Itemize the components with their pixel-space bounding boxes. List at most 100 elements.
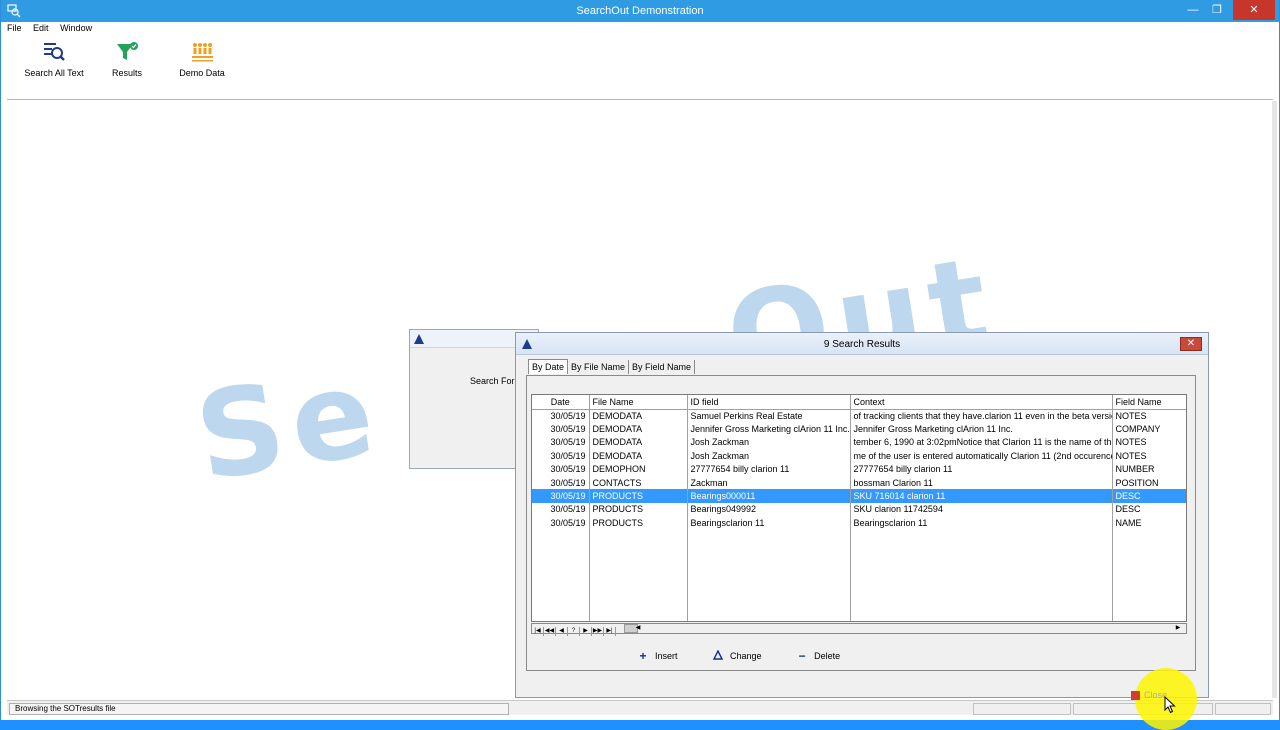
column-header-id-field[interactable]: ID field (687, 395, 851, 410)
cell-id-field: Bearings049992 (687, 502, 851, 517)
minimize-button[interactable]: — (1181, 0, 1205, 20)
cell-context: 27777654 billy clarion 11 (850, 462, 1113, 476)
insert-label: Insert (655, 651, 678, 661)
demo-data-label: Demo Data (179, 68, 225, 78)
table-row[interactable]: 30/05/19 PRODUCTS Bearingsclarion 11 Bearin… (532, 516, 1186, 530)
tab-by-field-name[interactable]: By Field Name (629, 360, 696, 374)
cell-context: tember 6, 1990 at 3:02pmNotice that Clar… (850, 435, 1113, 450)
table-row[interactable]: 30/05/19 DEMODATA Josh Zackman tember 6, 19… (532, 435, 1186, 450)
empty-cell (687, 529, 851, 621)
cell-context: SKU 716014 clarion 11 (850, 489, 1113, 503)
cell-context: bossman Clarion 11 (850, 475, 1113, 490)
close-door-icon (1131, 691, 1140, 701)
cell-file-name: CONTACTS (589, 475, 688, 490)
grid-header: Date File Name ID field Context Field Na… (532, 395, 1186, 410)
table-row[interactable]: 30/05/19 PRODUCTS Bearings000011 SKU 716014… (532, 489, 1186, 503)
cell-context: Jennifer Gross Marketing clArion 11 Inc. (850, 422, 1113, 436)
cell-id-field: Jennifer Gross Marketing clArion 11 Inc. (687, 422, 851, 436)
empty-cell (589, 529, 688, 621)
menu-edit[interactable]: Edit (33, 23, 49, 33)
menu-file[interactable]: File (7, 23, 22, 33)
change-button[interactable]: Change (712, 649, 762, 662)
empty-cell (850, 529, 1113, 621)
cell-field-name: NOTES (1112, 409, 1186, 423)
nav-next-button[interactable]: ▶ (580, 627, 592, 636)
results-tabs: By Date By File Name By Field Name (528, 359, 696, 375)
cell-id-field: Bearingsclarion 11 (687, 516, 851, 530)
dialog-title: 9 Search Results (823, 339, 901, 350)
cell-context: me of the user is entered automatically … (850, 449, 1113, 463)
tab-panel: Date File Name ID field Context Field Na… (526, 375, 1196, 671)
search-for-label: Search For: (470, 376, 518, 386)
tab-by-date[interactable]: By Date (528, 359, 569, 374)
close-window-button[interactable]: ✕ (1233, 0, 1275, 20)
cell-date: 30/05/19 (532, 422, 590, 436)
cell-file-name: DEMODATA (589, 409, 688, 423)
cell-id-field: Samuel Perkins Real Estate (687, 409, 851, 423)
status-message: Browsing the SOTresults file (9, 703, 509, 715)
nav-last-button[interactable]: ▶| (604, 627, 616, 636)
cell-file-name: DEMODATA (589, 422, 688, 436)
search-results-dialog: 9 Search Results ✕ By Date By File Name By… (515, 332, 1209, 698)
cell-file-name: PRODUCTS (589, 489, 688, 503)
plus-icon: + (639, 649, 647, 663)
nav-page-back-button[interactable]: ◀◀ (544, 627, 556, 636)
cell-field-name: NOTES (1112, 449, 1186, 463)
change-label: Change (730, 651, 762, 661)
cell-field-name: POSITION (1112, 475, 1186, 490)
search-all-text-button[interactable]: Search All Text (19, 40, 89, 79)
cell-context: SKU clarion 11742594 (850, 502, 1113, 517)
tab-by-file-name[interactable]: By File Name (568, 360, 630, 374)
cell-date: 30/05/19 (532, 516, 590, 530)
empty-cell (1112, 529, 1186, 621)
triangle-logo-icon (414, 334, 424, 344)
dialog-close-button[interactable]: ✕ (1180, 337, 1202, 351)
results-grid[interactable]: Date File Name ID field Context Field Na… (531, 394, 1187, 622)
scroll-left-arrow-icon[interactable]: ◀ (632, 624, 644, 633)
delete-label: Delete (814, 651, 841, 661)
column-header-date[interactable]: Date (532, 395, 590, 410)
scroll-right-arrow-icon[interactable]: ▶ (1172, 624, 1184, 633)
insert-button[interactable]: + Insert (637, 649, 678, 663)
cell-field-name: NOTES (1112, 435, 1186, 450)
column-header-field-name[interactable]: Field Name (1112, 395, 1186, 410)
table-row[interactable]: 30/05/19 DEMOPHON 27777654 billy clarion 1… (532, 462, 1186, 476)
cell-file-name: DEMODATA (589, 449, 688, 463)
cell-date: 30/05/19 (532, 489, 590, 503)
table-row[interactable]: 30/05/19 DEMODATA Josh Zackman me of the us… (532, 449, 1186, 463)
nav-prev-button[interactable]: ◀ (556, 627, 568, 636)
delete-button[interactable]: − Delete (796, 649, 841, 663)
demo-data-button[interactable]: Demo Data (167, 40, 237, 79)
cell-field-name: DESC (1112, 502, 1186, 517)
cell-field-name: COMPANY (1112, 422, 1186, 436)
record-actions: + Insert Change − Delete (637, 649, 872, 664)
menu-window[interactable]: Window (60, 23, 92, 33)
nav-page-forward-button[interactable]: ▶▶ (592, 627, 604, 636)
status-cell (973, 703, 1071, 715)
results-button[interactable]: Results (92, 40, 162, 79)
table-row[interactable]: 30/05/19 DEMODATA Samuel Perkins Real Esta… (532, 409, 1186, 423)
search-all-text-label: Search All Text (24, 68, 84, 78)
cell-id-field: 27777654 billy clarion 11 (687, 462, 851, 476)
maximize-button[interactable]: ❐ (1205, 0, 1229, 20)
menu-bar: File Edit Window (7, 23, 101, 37)
vertical-scrollbar[interactable] (1272, 101, 1277, 698)
cell-date: 30/05/19 (532, 409, 590, 423)
cell-field-name: NUMBER (1112, 462, 1186, 476)
results-label: Results (111, 68, 142, 78)
table-row[interactable]: 30/05/19 DEMODATA Jennifer Gross Marketing… (532, 422, 1186, 436)
cell-file-name: DEMODATA (589, 435, 688, 450)
cell-id-field: Zackman (687, 475, 851, 490)
watermark-left: Se (187, 342, 391, 509)
column-header-context[interactable]: Context (850, 395, 1113, 410)
table-row[interactable]: 30/05/19 CONTACTS Zackman bossman Clarion 1… (532, 475, 1186, 490)
window-title: SearchOut Demonstration (576, 5, 704, 17)
dialog-titlebar: 9 Search Results ✕ (516, 333, 1208, 355)
cell-file-name: PRODUCTS (589, 502, 688, 517)
table-row[interactable]: 30/05/19 PRODUCTS Bearings049992 SKU clario… (532, 502, 1186, 517)
column-header-file-name[interactable]: File Name (589, 395, 688, 410)
minus-icon: − (798, 649, 806, 663)
empty-grid-space (532, 529, 1186, 621)
nav-first-button[interactable]: |◀ (532, 627, 544, 636)
nav-locate-button[interactable]: ? (568, 627, 580, 636)
